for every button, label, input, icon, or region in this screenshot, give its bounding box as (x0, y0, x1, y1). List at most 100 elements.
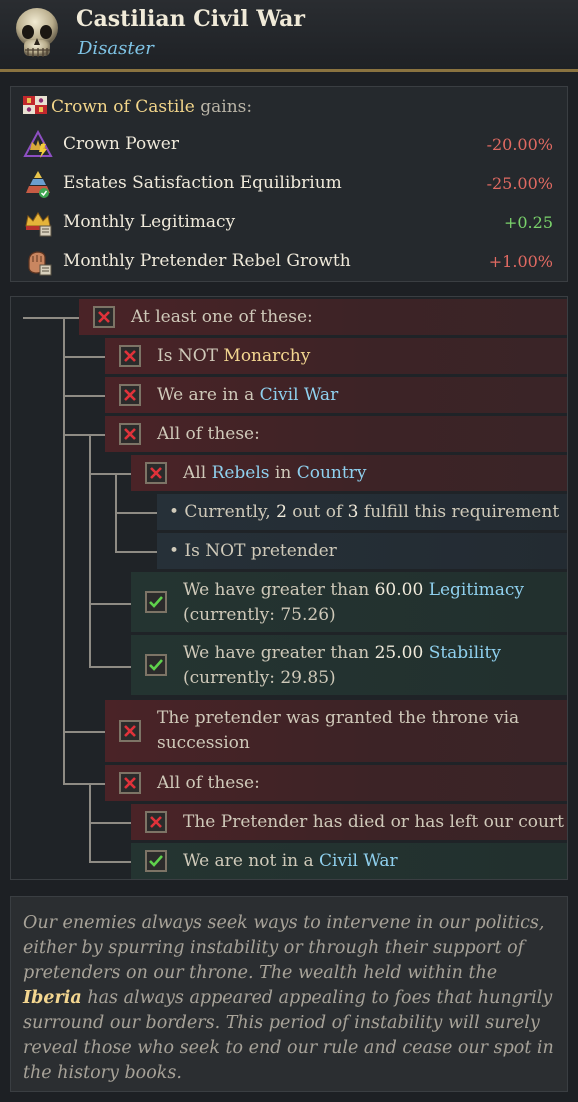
modifier-value: -20.00% (486, 135, 553, 154)
condition-text-part: We are in a (157, 385, 260, 405)
condition-text: • Currently, 2 out of 3 fulfill this req… (169, 502, 559, 522)
condition-text-line: The pretender was granted the throne via (157, 708, 520, 728)
condition-text-part: We are not in a (183, 851, 320, 871)
condition-text: We are in a Civil War (157, 385, 338, 405)
condition-row: We are not in a Civil War (131, 843, 567, 879)
current-value: (currently: 75.26) (183, 605, 336, 625)
condition-row: The pretender was granted the throne via… (105, 700, 567, 762)
condition-row: • Currently, 2 out of 3 fulfill this req… (157, 494, 567, 530)
condition-text-line: succession (157, 733, 250, 753)
failed-x-icon (145, 462, 167, 484)
modifiers-panel: Crown of Castile gains: Crown Power -20.… (10, 86, 568, 282)
threshold-value: 60.00 (374, 580, 424, 600)
condition-text-part: All (183, 463, 212, 483)
failed-x-icon (119, 384, 141, 406)
condition-row: • Is NOT pretender (157, 533, 567, 569)
civil-war-link[interactable]: Civil War (319, 851, 398, 871)
failed-x-icon (119, 772, 141, 794)
condition-text: All Rebels in Country (183, 463, 366, 483)
region-link[interactable]: Iberia (23, 988, 82, 1008)
rebels-link[interactable]: Rebels (212, 463, 270, 483)
failed-x-icon (119, 423, 141, 445)
condition-text-part: out of (286, 502, 348, 522)
condition-text: The pretender was granted the throne via… (157, 706, 519, 756)
modifiers-heading: Crown of Castile gains: (23, 96, 252, 117)
condition-text-part: We have greater than (183, 643, 375, 663)
condition-text: We have greater than 60.00 Legitimacy (cu… (183, 578, 524, 628)
tree-connector (63, 356, 105, 358)
condition-row: We have greater than 60.00 Legitimacy (cu… (131, 572, 567, 632)
modifier-value: +1.00% (488, 252, 553, 271)
estates-pyramid-icon (26, 171, 50, 198)
tree-connector (89, 434, 91, 666)
condition-row: We are in a Civil War (105, 377, 567, 413)
condition-text: At least one of these: (131, 307, 313, 327)
condition-total: 3 (347, 502, 359, 522)
condition-text: We have greater than 25.00 Stability (cur… (183, 641, 501, 691)
condition-row: Is NOT Monarchy (105, 338, 567, 374)
description-text: Our enemies always seek ways to interven… (23, 913, 545, 983)
condition-text-part: Is NOT (157, 346, 224, 366)
stability-link[interactable]: Stability (429, 643, 501, 663)
modifier-row: Crown Power -20.00% (11, 127, 567, 163)
condition-row: The Pretender has died or has left our c… (131, 804, 567, 840)
condition-text: All of these: (157, 424, 260, 444)
window-header: Castilian Civil War Disaster (0, 0, 578, 72)
modifier-row: Monthly Pretender Rebel Growth +1.00% (11, 244, 567, 280)
condition-row: All of these: (105, 416, 567, 452)
condition-text-part: • Currently, (169, 502, 277, 522)
trigger-conditions-panel: At least one of these: Is NOT Monarchy W… (10, 296, 568, 880)
tree-connector (63, 317, 65, 783)
tree-connector (89, 822, 131, 824)
modifier-value: +0.25 (503, 213, 553, 232)
government-link[interactable]: Monarchy (223, 346, 310, 366)
tree-connector (115, 551, 157, 553)
tree-connector (63, 395, 105, 397)
check-icon (145, 591, 167, 613)
legitimacy-link[interactable]: Legitimacy (429, 580, 524, 600)
disaster-type: Disaster (78, 38, 154, 59)
modifier-label: Crown Power (63, 134, 179, 154)
modifier-label: Monthly Legitimacy (63, 212, 236, 232)
check-icon (145, 850, 167, 872)
condition-text-part: We have greater than (183, 580, 375, 600)
condition-text-part: in (269, 463, 297, 483)
country-name[interactable]: Crown of Castile (51, 97, 195, 117)
tree-connector (63, 783, 105, 785)
condition-text-part: fulfill this requirement (358, 502, 560, 522)
condition-text: All of these: (157, 773, 260, 793)
rebel-fist-icon (28, 251, 52, 276)
failed-x-icon (119, 720, 141, 742)
legitimacy-crown-icon (25, 212, 52, 237)
condition-row: We have greater than 25.00 Stability (cur… (131, 635, 567, 695)
disaster-title: Castilian Civil War (76, 6, 305, 32)
modifier-value: -25.00% (486, 174, 553, 193)
condition-count: 2 (276, 502, 287, 522)
tree-connector (89, 473, 131, 475)
modifier-label: Estates Satisfaction Equilibrium (63, 173, 342, 193)
condition-text: We are not in a Civil War (183, 851, 398, 871)
tree-connector (89, 603, 131, 605)
modifier-row: Estates Satisfaction Equilibrium -25.00% (11, 166, 567, 202)
threshold-value: 25.00 (374, 643, 424, 663)
tree-connector (63, 434, 105, 436)
tree-connector (23, 317, 79, 319)
tree-connector (89, 861, 131, 863)
country-link[interactable]: Country (297, 463, 367, 483)
tree-connector (63, 731, 105, 733)
current-value: (currently: 29.85) (183, 668, 336, 688)
civil-war-link[interactable]: Civil War (260, 385, 339, 405)
failed-x-icon (119, 345, 141, 367)
crown-power-icon (23, 130, 53, 158)
skull-icon (16, 8, 58, 57)
condition-row: All of these: (105, 765, 567, 801)
flavor-description: Our enemies always seek ways to interven… (10, 896, 568, 1092)
failed-x-icon (145, 811, 167, 833)
condition-text: The Pretender has died or has left our c… (183, 812, 564, 832)
castile-flag-icon (23, 96, 47, 114)
gains-label: gains: (200, 97, 253, 117)
modifier-row: Monthly Legitimacy +0.25 (11, 205, 567, 241)
tree-connector (115, 512, 157, 514)
check-icon (145, 654, 167, 676)
modifier-label: Monthly Pretender Rebel Growth (63, 251, 351, 271)
